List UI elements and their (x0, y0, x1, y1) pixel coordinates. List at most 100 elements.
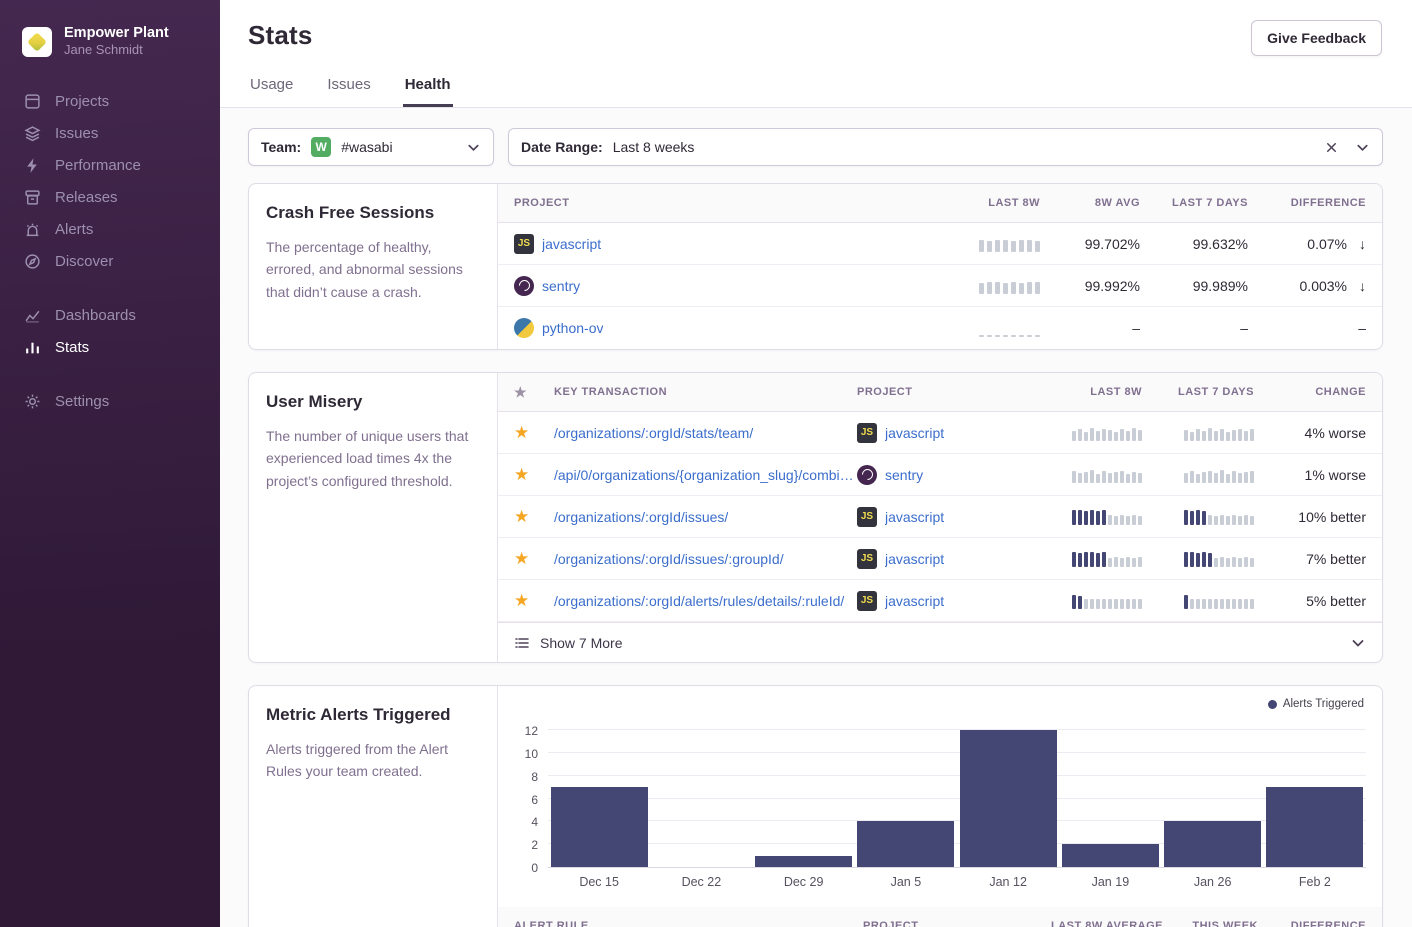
panel-title: User Misery (266, 392, 480, 412)
sidebar-item-dashboards[interactable]: Dashboards (0, 299, 220, 331)
sidebar-item-settings[interactable]: Settings (0, 385, 220, 417)
sidebar-item-issues[interactable]: Issues (0, 117, 220, 149)
sparkline-last-8w (1072, 592, 1142, 609)
transaction-link[interactable]: /api/0/organizations/{organization_slug}… (554, 467, 857, 483)
sidebar-item-label: Issues (55, 125, 98, 142)
transaction-link[interactable]: /organizations/:orgId/alerts/rules/detai… (554, 593, 844, 609)
column-header: Difference (1248, 197, 1366, 209)
sidebar-primary-nav: Projects Issues Performance Releases Ale… (0, 85, 220, 277)
sparkline-last-8w (1072, 466, 1142, 483)
key-transaction-row: ★ /organizations/:orgId/issues/ JS javas… (498, 496, 1382, 538)
sidebar-item-label: Alerts (55, 221, 93, 238)
column-header: Project (863, 920, 1013, 927)
sidebar-item-label: Releases (55, 189, 118, 206)
team-select[interactable]: Team: W #wasabi (248, 128, 494, 166)
clear-icon[interactable] (1324, 140, 1339, 155)
last-7-days-value: 99.989% (1140, 278, 1248, 294)
sidebar-item-performance[interactable]: Performance (0, 149, 220, 181)
table-header-row: Project Last 8w 8w Avg Last 7 Days Diffe… (498, 184, 1382, 223)
sparkline-last-8w (1072, 424, 1142, 441)
chart-bar (957, 730, 1059, 867)
sidebar-item-discover[interactable]: Discover (0, 245, 220, 277)
chart-bar (548, 787, 650, 867)
project-link[interactable]: javascript (885, 593, 944, 609)
org-name: Empower Plant (64, 24, 169, 42)
trend-down-arrow: ↓ (1359, 278, 1366, 294)
chart-bar (1059, 844, 1161, 867)
column-header: 8w Avg (1040, 197, 1140, 209)
sidebar-tertiary-nav: Settings (0, 385, 220, 417)
tab-issues[interactable]: Issues (325, 74, 372, 107)
team-avatar: W (311, 137, 331, 157)
star-icon[interactable]: ★ (514, 424, 529, 441)
sidebar-item-alerts[interactable]: Alerts (0, 213, 220, 245)
user-misery-panel: User Misery The number of unique users t… (248, 372, 1383, 663)
table-row: sentry 99.992% 99.989% 0.003% ↓ (498, 265, 1382, 307)
sidebar-secondary-nav: Dashboards Stats (0, 299, 220, 363)
column-header: Last 7 Days (1142, 386, 1254, 398)
star-icon[interactable]: ★ (514, 466, 529, 483)
project-link[interactable]: javascript (542, 236, 601, 252)
transaction-link[interactable]: /organizations/:orgId/stats/team/ (554, 425, 753, 441)
project-link[interactable]: sentry (885, 467, 923, 483)
org-user-name: Jane Schmidt (64, 42, 169, 59)
org-switcher[interactable]: Empower Plant Jane Schmidt (0, 20, 220, 85)
avg-value: 99.992% (1040, 278, 1140, 294)
sidebar-item-projects[interactable]: Projects (0, 85, 220, 117)
filter-bar: Team: W #wasabi Date Range: Last 8 weeks (248, 128, 1383, 166)
trend-down-arrow: ↓ (1359, 236, 1366, 252)
give-feedback-button[interactable]: Give Feedback (1251, 20, 1382, 56)
difference-value: 0.07% ↓ (1248, 236, 1366, 252)
show-more-label: Show 7 More (540, 635, 622, 651)
column-header: This Week (1163, 920, 1258, 927)
chart-bar (1162, 821, 1264, 867)
tab-bar: Usage Issues Health (248, 74, 1382, 107)
dashboards-icon (23, 306, 41, 324)
chart-bar (855, 821, 957, 867)
transaction-link[interactable]: /organizations/:orgId/issues/:groupId/ (554, 551, 784, 567)
column-header: Last 8w (890, 197, 1040, 209)
column-header: Last 7 Days (1140, 197, 1248, 209)
date-range-value: Last 8 weeks (613, 139, 695, 155)
change-value: 5% better (1254, 593, 1366, 609)
main-area: Stats Give Feedback Usage Issues Health … (220, 0, 1412, 927)
star-icon[interactable]: ★ (514, 508, 529, 525)
chart-bar (1264, 787, 1366, 867)
sidebar-item-releases[interactable]: Releases (0, 181, 220, 213)
chart-plot (548, 718, 1366, 868)
sidebar-item-stats[interactable]: Stats (0, 331, 220, 363)
show-more-button[interactable]: Show 7 More (498, 622, 1382, 662)
page-header: Stats Give Feedback Usage Issues Health (220, 0, 1412, 108)
project-link[interactable]: javascript (885, 551, 944, 567)
star-icon[interactable]: ★ (514, 592, 529, 609)
gear-icon (23, 392, 41, 410)
column-header: Change (1254, 386, 1366, 398)
column-header: Last 8w (1012, 386, 1142, 398)
panel-description: The number of unique users that experien… (266, 425, 480, 492)
alert-table-header-row: Alert Rule Project Last 8w Average This … (498, 907, 1382, 927)
star-icon: ★ (514, 385, 527, 399)
chart-legend[interactable]: Alerts Triggered (514, 698, 1366, 718)
key-transaction-row: ★ /organizations/:orgId/alerts/rules/det… (498, 580, 1382, 622)
project-link[interactable]: javascript (885, 509, 944, 525)
column-header: Project (514, 197, 890, 209)
projects-icon (23, 92, 41, 110)
project-link[interactable]: javascript (885, 425, 944, 441)
stats-icon (23, 338, 41, 356)
star-icon[interactable]: ★ (514, 550, 529, 567)
change-value: 7% better (1254, 551, 1366, 567)
alerts-bar-chart: Alerts Triggered 024681012 Dec 15Dec 22D… (498, 686, 1382, 897)
date-range-select[interactable]: Date Range: Last 8 weeks (508, 128, 1383, 166)
project-link[interactable]: sentry (542, 278, 580, 294)
column-header: Key Transaction (554, 386, 857, 398)
panel-title: Metric Alerts Triggered (266, 705, 480, 725)
tab-usage[interactable]: Usage (248, 74, 295, 107)
chevron-down-icon (466, 140, 481, 155)
tab-health[interactable]: Health (403, 74, 453, 107)
key-transaction-row: ★ /api/0/organizations/{organization_slu… (498, 454, 1382, 496)
metric-alerts-body: Alerts Triggered 024681012 Dec 15Dec 22D… (498, 686, 1382, 927)
transaction-link[interactable]: /organizations/:orgId/issues/ (554, 509, 728, 525)
project-link[interactable]: python-ov (542, 320, 603, 336)
date-range-label: Date Range: (521, 139, 603, 155)
table-row: JS javascript 99.702% 99.632% 0.07% ↓ (498, 223, 1382, 265)
